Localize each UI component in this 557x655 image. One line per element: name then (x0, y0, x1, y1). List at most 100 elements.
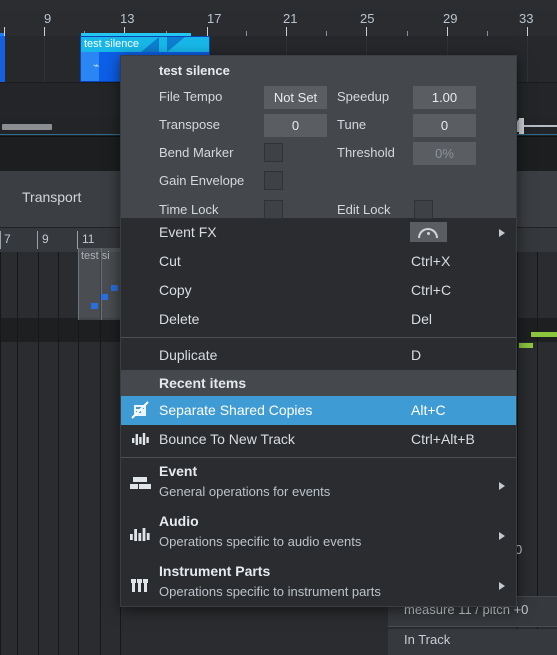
clip-header-shape (167, 37, 185, 52)
piano-roll-note-green[interactable] (519, 343, 533, 348)
piano-roll-ruler-number: 7 (4, 232, 11, 246)
transport-label: Transport (22, 189, 82, 205)
menu-separator (121, 457, 516, 458)
inspector-label-transpose: Transpose (159, 117, 220, 132)
menu-item-accelerator: D (411, 347, 422, 363)
piano-roll-gridline (0, 252, 1, 655)
piano-roll-note-green[interactable] (531, 332, 557, 337)
piano-roll-tick (0, 231, 1, 249)
fx-icon: ⌁ (93, 60, 100, 72)
inspector-field-threshold[interactable]: 0% (413, 142, 476, 165)
piano-roll-note[interactable] (101, 294, 108, 300)
ruler-number: 29 (443, 11, 458, 26)
track-scroll-handle[interactable] (2, 124, 52, 130)
piano-roll-tick (37, 231, 38, 249)
menu-item-label: Event FX (159, 224, 217, 240)
ruler-tick (286, 27, 287, 36)
inspector-label-edit-lock: Edit Lock (337, 202, 391, 217)
ruler-tick (4, 27, 5, 36)
piano-roll-ruler-number: 9 (42, 232, 49, 246)
menu-item-duplicate[interactable]: Duplicate D (121, 341, 516, 370)
inspector-checkbox-bend-marker[interactable] (264, 143, 283, 162)
clip-header-shape (141, 37, 159, 52)
menu-item-accelerator: Del (411, 311, 433, 327)
piano-roll-ruler-number: 11 (82, 232, 95, 246)
ruler-tick (447, 27, 448, 36)
chevron-right-icon (499, 482, 505, 490)
inspector-label-threshold: Threshold (337, 145, 395, 160)
inspector-checkbox-gain-envelope[interactable] (264, 171, 283, 190)
menu-section-title: Audio (159, 513, 199, 529)
menu-item-label: Duplicate (159, 347, 218, 363)
ruler-tick (366, 27, 367, 36)
inspector-field-tune[interactable]: 0 (413, 114, 476, 137)
ruler-number: 13 (120, 11, 135, 26)
instrument-parts-icon (127, 571, 155, 599)
menu-section-title: Event (159, 463, 198, 479)
status-divider (388, 626, 557, 627)
menu-section-subtitle: Operations specific to instrument parts (159, 584, 381, 599)
piano-roll-gridline (38, 252, 39, 655)
menu-item-label: Copy (159, 282, 192, 298)
automation-line-icon (524, 125, 557, 127)
inspector-label-file-tempo: File Tempo (159, 89, 223, 104)
separate-shared-copies-icon (129, 396, 153, 425)
menu-section-title: Instrument Parts (159, 563, 271, 579)
ruler-number: 33 (519, 11, 534, 26)
lane-gridline (44, 36, 45, 82)
menu-item-copy[interactable]: Copy Ctrl+C (121, 276, 516, 305)
menu-section-audio[interactable]: Audio Operations specific to audio event… (121, 511, 516, 561)
timeline-ruler[interactable]: 9 13 17 21 25 29 33 (0, 10, 557, 36)
event-bars-icon (127, 471, 155, 499)
menu-item-delete[interactable]: Delete Del (121, 305, 516, 334)
menu-item-label: Bounce To New Track (159, 431, 295, 447)
ruler-tick (527, 27, 528, 36)
lane-gridline (527, 36, 528, 82)
inspector-label-gain-envelope: Gain Envelope (159, 173, 245, 188)
inspector-checkbox-edit-lock[interactable] (414, 200, 433, 219)
menu-section-subtitle: Operations specific to audio events (159, 534, 362, 549)
menu-section-instrument-parts[interactable]: Instrument Parts Operations specific to … (121, 561, 516, 611)
ruler-number: 21 (283, 11, 298, 26)
inspector-field-speedup[interactable]: 1.00 (413, 86, 476, 109)
clip-inspector-panel[interactable]: test silence File Tempo Not Set Speedup … (121, 56, 516, 219)
menu-separator (121, 337, 516, 338)
context-menu[interactable]: test silence File Tempo Not Set Speedup … (120, 55, 517, 607)
chevron-right-icon (499, 532, 505, 540)
inspector-label-tune: Tune (337, 117, 367, 132)
piano-roll-note[interactable] (91, 303, 98, 309)
menu-item-accelerator: Ctrl+C (411, 282, 452, 298)
waveform-icon (127, 521, 155, 549)
piano-roll-gridline (58, 252, 59, 655)
context-menu-list[interactable]: Event FX Cut Ctrl+X Copy Ctrl+C Delete D… (121, 218, 516, 611)
piano-roll-note[interactable] (111, 285, 118, 291)
piano-roll-gridline (17, 252, 18, 655)
ruler-number: 17 (207, 11, 222, 26)
inspector-title: test silence (159, 63, 230, 78)
inspector-label-speedup: Speedup (337, 89, 390, 104)
menu-item-separate-shared-copies[interactable]: Separate Shared Copies Alt+C (121, 396, 516, 425)
clip-title: test silence (84, 38, 140, 50)
inspector-label-bend-marker: Bend Marker (159, 145, 234, 160)
piano-roll-gridline (517, 252, 518, 655)
menu-item-accelerator: Ctrl+Alt+B (411, 431, 475, 447)
waveform-icon (129, 425, 153, 454)
chevron-right-icon (499, 229, 505, 237)
inspector-field-file-tempo[interactable]: Not Set (264, 86, 327, 109)
inspector-checkbox-time-lock[interactable] (264, 200, 283, 219)
chevron-right-icon (499, 582, 505, 590)
menu-item-label: Separate Shared Copies (159, 402, 313, 418)
piano-roll-clip-label: test si (81, 250, 110, 262)
inspector-field-transpose[interactable]: 0 (264, 114, 327, 137)
ruler-tick (207, 27, 208, 36)
menu-item-accelerator: Ctrl+X (411, 253, 451, 269)
menu-item-cut[interactable]: Cut Ctrl+X (121, 247, 516, 276)
menu-item-bounce-to-new-track[interactable]: Bounce To New Track Ctrl+Alt+B (121, 425, 516, 454)
menu-section-event[interactable]: Event General operations for events (121, 461, 516, 511)
piano-roll-tick (77, 231, 78, 249)
ruler-tick (44, 27, 45, 36)
inspector-label-time-lock: Time Lock (159, 202, 219, 217)
menu-item-accelerator: Alt+C (411, 402, 446, 418)
ruler-number: 25 (360, 11, 375, 26)
menu-item-event-fx[interactable]: Event FX (121, 218, 516, 247)
